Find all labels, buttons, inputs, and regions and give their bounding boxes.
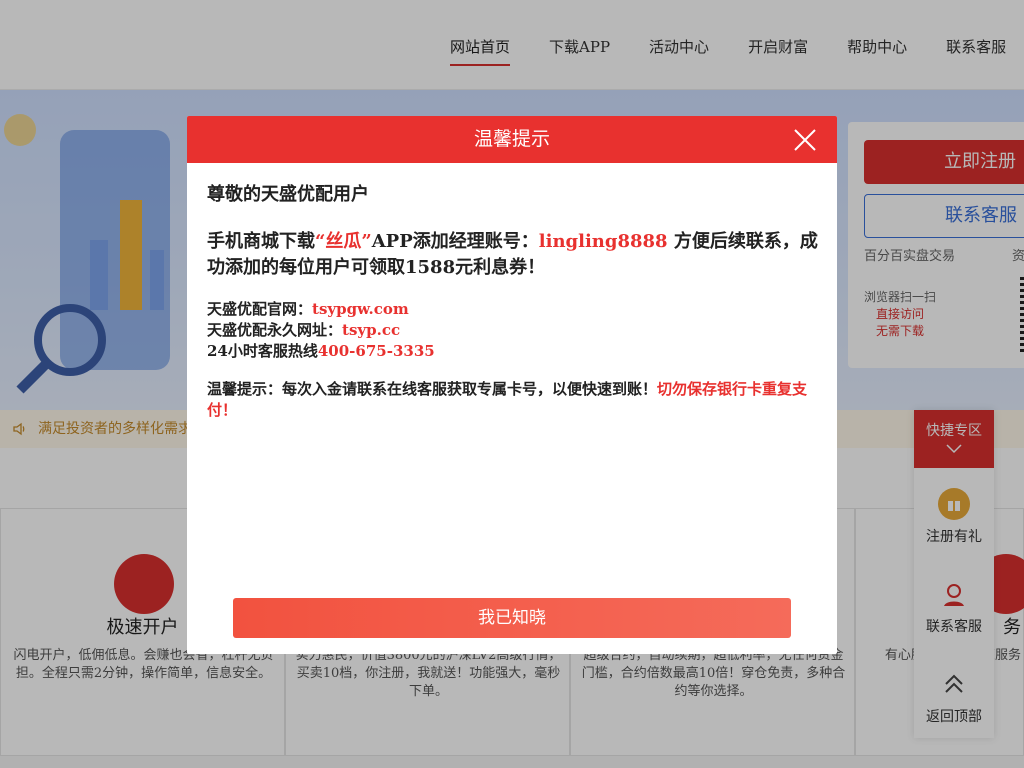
app-name: “丝瓜”	[315, 231, 372, 252]
modal-header: 温馨提示	[187, 116, 837, 163]
modal-main-message: 手机商城下载“丝瓜”APP添加经理账号：lingling8888 方便后续联系，…	[207, 229, 819, 281]
manager-account: lingling8888	[538, 231, 668, 252]
hotline-label: 24小时客服热线	[207, 342, 318, 360]
official-site-label: 天盛优配官网：	[207, 300, 313, 318]
close-icon[interactable]	[793, 128, 817, 152]
official-site-line: 天盛优配官网：tsypgw.com	[207, 299, 819, 320]
hotline-line: 24小时客服热线400-675-3335	[207, 341, 819, 362]
site-info: 天盛优配官网：tsypgw.com 天盛优配永久网址：tsyp.cc 24小时客…	[207, 299, 819, 362]
permanent-url-link[interactable]: tsyp.cc	[342, 321, 400, 339]
msg-text: APP添加经理账号：	[371, 231, 539, 252]
tip-text: 温馨提示：每次入金请联系在线客服获取专属卡号，以便快速到账！	[207, 380, 658, 398]
official-site-link[interactable]: tsypgw.com	[312, 300, 409, 318]
modal-greeting: 尊敬的天盛优配用户	[207, 184, 369, 205]
permanent-url-line: 天盛优配永久网址：tsyp.cc	[207, 320, 819, 341]
modal-title: 温馨提示	[473, 128, 550, 150]
modal-tip: 温馨提示：每次入金请联系在线客服获取专属卡号，以便快速到账！切勿保存银行卡重复支…	[207, 379, 819, 421]
msg-text: 手机商城下载	[207, 231, 315, 252]
acknowledge-button[interactable]: 我已知晓	[233, 598, 791, 638]
notice-modal: 温馨提示 尊敬的天盛优配用户 手机商城下载“丝瓜”APP添加经理账号：lingl…	[187, 116, 837, 654]
hotline-number: 400-675-3335	[317, 342, 435, 360]
modal-body: 尊敬的天盛优配用户 手机商城下载“丝瓜”APP添加经理账号：lingling88…	[207, 163, 819, 421]
permanent-url-label: 天盛优配永久网址：	[207, 321, 343, 339]
